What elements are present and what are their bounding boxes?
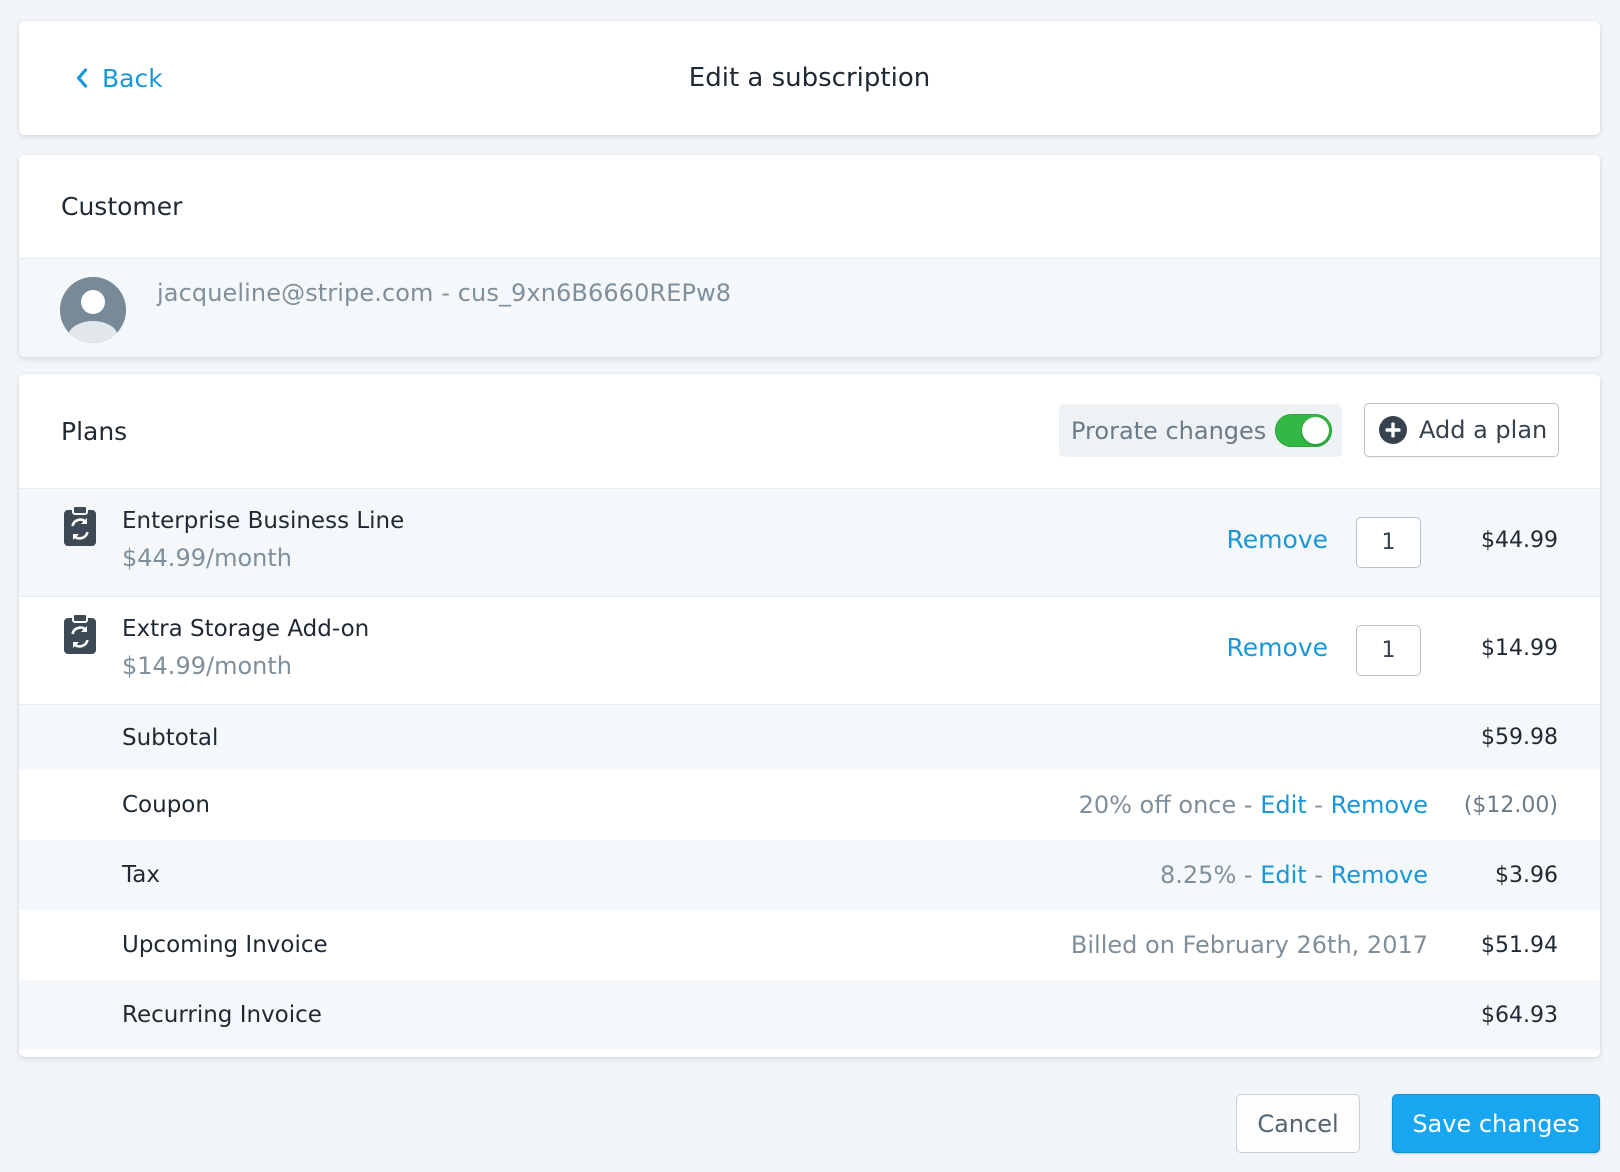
tax-detail: 8.25% - Edit - Remove [1160, 861, 1428, 889]
plan-amount: $44.99 [1481, 528, 1558, 553]
prorate-label: Prorate changes [1071, 416, 1267, 445]
remove-plan-link[interactable]: Remove [1227, 525, 1328, 554]
remove-tax-link[interactable]: Remove [1331, 861, 1428, 889]
chevron-left-icon [76, 68, 88, 88]
add-plan-label: Add a plan [1419, 416, 1548, 444]
coupon-description: 20% off once [1078, 791, 1237, 819]
plan-price: $14.99/month [122, 652, 292, 680]
save-changes-button[interactable]: Save changes [1392, 1094, 1600, 1153]
customer-card: Customer jacqueline@stripe.com - cus_9xn… [19, 155, 1600, 357]
plan-amount: $14.99 [1481, 636, 1558, 661]
quantity-input[interactable] [1356, 517, 1421, 568]
edit-tax-link[interactable]: Edit [1260, 861, 1306, 889]
recurring-clipboard-icon [63, 505, 97, 551]
customer-section-title: Customer [19, 155, 1600, 259]
add-plan-button[interactable]: Add a plan [1364, 403, 1559, 457]
tax-row: Tax 8.25% - Edit - Remove $3.96 [19, 840, 1600, 910]
coupon-detail: 20% off once - Edit - Remove [1079, 791, 1428, 819]
separator: - [1306, 861, 1331, 889]
recurring-invoice-label: Recurring Invoice [122, 1002, 322, 1028]
recurring-invoice-amount: $64.93 [1481, 1002, 1558, 1028]
prorate-toggle[interactable] [1275, 414, 1332, 447]
subtotal-label: Subtotal [122, 724, 219, 751]
header-card: Back Edit a subscription [19, 21, 1600, 135]
upcoming-invoice-date: Billed on February 26th, 2017 [1070, 931, 1428, 959]
plan-row: Extra Storage Add-on $14.99/month Remove… [19, 597, 1600, 705]
prorate-changes-control: Prorate changes [1059, 404, 1342, 457]
tax-label: Tax [122, 862, 160, 888]
remove-coupon-link[interactable]: Remove [1331, 791, 1428, 819]
upcoming-invoice-row: Upcoming Invoice Billed on February 26th… [19, 910, 1600, 980]
cancel-button[interactable]: Cancel [1236, 1094, 1360, 1153]
recurring-invoice-row: Recurring Invoice $64.93 [19, 980, 1600, 1050]
customer-row[interactable]: jacqueline@stripe.com - cus_9xn6B6660REP… [19, 259, 1600, 357]
toggle-knob [1302, 417, 1329, 444]
plan-row: Enterprise Business Line $44.99/month Re… [19, 489, 1600, 597]
tax-rate: 8.25% [1160, 861, 1237, 889]
plans-header: Plans Prorate changes Add a plan [19, 374, 1600, 489]
plus-circle-icon [1379, 416, 1407, 444]
quantity-input[interactable] [1356, 625, 1421, 676]
upcoming-invoice-amount: $51.94 [1481, 932, 1558, 958]
plans-card: Plans Prorate changes Add a plan Enterpr… [19, 374, 1600, 1057]
page-title: Edit a subscription [688, 63, 931, 93]
coupon-amount: ($12.00) [1463, 792, 1558, 818]
coupon-label: Coupon [122, 792, 210, 818]
plan-name: Enterprise Business Line [122, 508, 405, 534]
tax-amount: $3.96 [1495, 862, 1558, 888]
recurring-clipboard-icon [63, 613, 97, 659]
back-link[interactable]: Back [76, 21, 163, 135]
separator: - [1236, 861, 1261, 889]
separator: - [1236, 791, 1261, 819]
plan-name: Extra Storage Add-on [122, 616, 370, 642]
plans-section-title: Plans [61, 417, 128, 446]
back-label: Back [102, 63, 163, 93]
plan-price: $44.99/month [122, 544, 292, 572]
edit-coupon-link[interactable]: Edit [1260, 791, 1306, 819]
subtotal-amount: $59.98 [1481, 725, 1558, 750]
remove-plan-link[interactable]: Remove [1227, 633, 1328, 662]
upcoming-invoice-label: Upcoming Invoice [122, 932, 328, 958]
separator: - [1306, 791, 1331, 819]
user-avatar-icon [60, 277, 126, 343]
customer-identity: jacqueline@stripe.com - cus_9xn6B6660REP… [157, 279, 732, 307]
coupon-row: Coupon 20% off once - Edit - Remove ($12… [19, 770, 1600, 840]
subtotal-row: Subtotal $59.98 [19, 705, 1600, 770]
